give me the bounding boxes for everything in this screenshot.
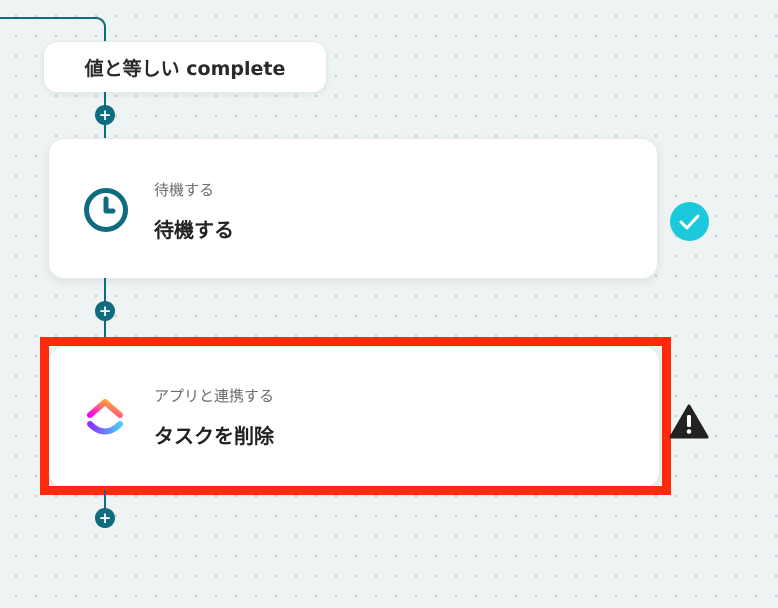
- step-title: 待機する: [154, 218, 234, 242]
- connector-line: [0, 17, 98, 19]
- clickup-logo-icon: [82, 395, 128, 445]
- step-title: タスクを削除: [154, 424, 274, 448]
- step-type-label: アプリと連携する: [154, 387, 275, 405]
- plus-icon: +: [98, 302, 112, 320]
- condition-label: 値と等しい complete: [84, 57, 286, 80]
- add-step-button[interactable]: +: [95, 301, 115, 321]
- step-type-label: 待機する: [154, 181, 215, 199]
- plus-icon: +: [98, 106, 112, 124]
- workflow-canvas[interactable]: 値と等しい complete + 待機する 待機する + アプリと連携する タス…: [0, 0, 778, 608]
- plus-icon: +: [98, 509, 112, 527]
- step-card-wait[interactable]: 待機する 待機する: [48, 138, 658, 279]
- clock-icon: [82, 186, 130, 238]
- check-circle-icon: [670, 202, 709, 241]
- step-card-delete-task[interactable]: アプリと連携する タスクを削除: [48, 346, 660, 488]
- add-step-button[interactable]: +: [95, 105, 115, 125]
- add-step-button[interactable]: +: [95, 508, 115, 528]
- condition-pill[interactable]: 値と等しい complete: [43, 41, 327, 93]
- warning-triangle-icon: [669, 404, 709, 444]
